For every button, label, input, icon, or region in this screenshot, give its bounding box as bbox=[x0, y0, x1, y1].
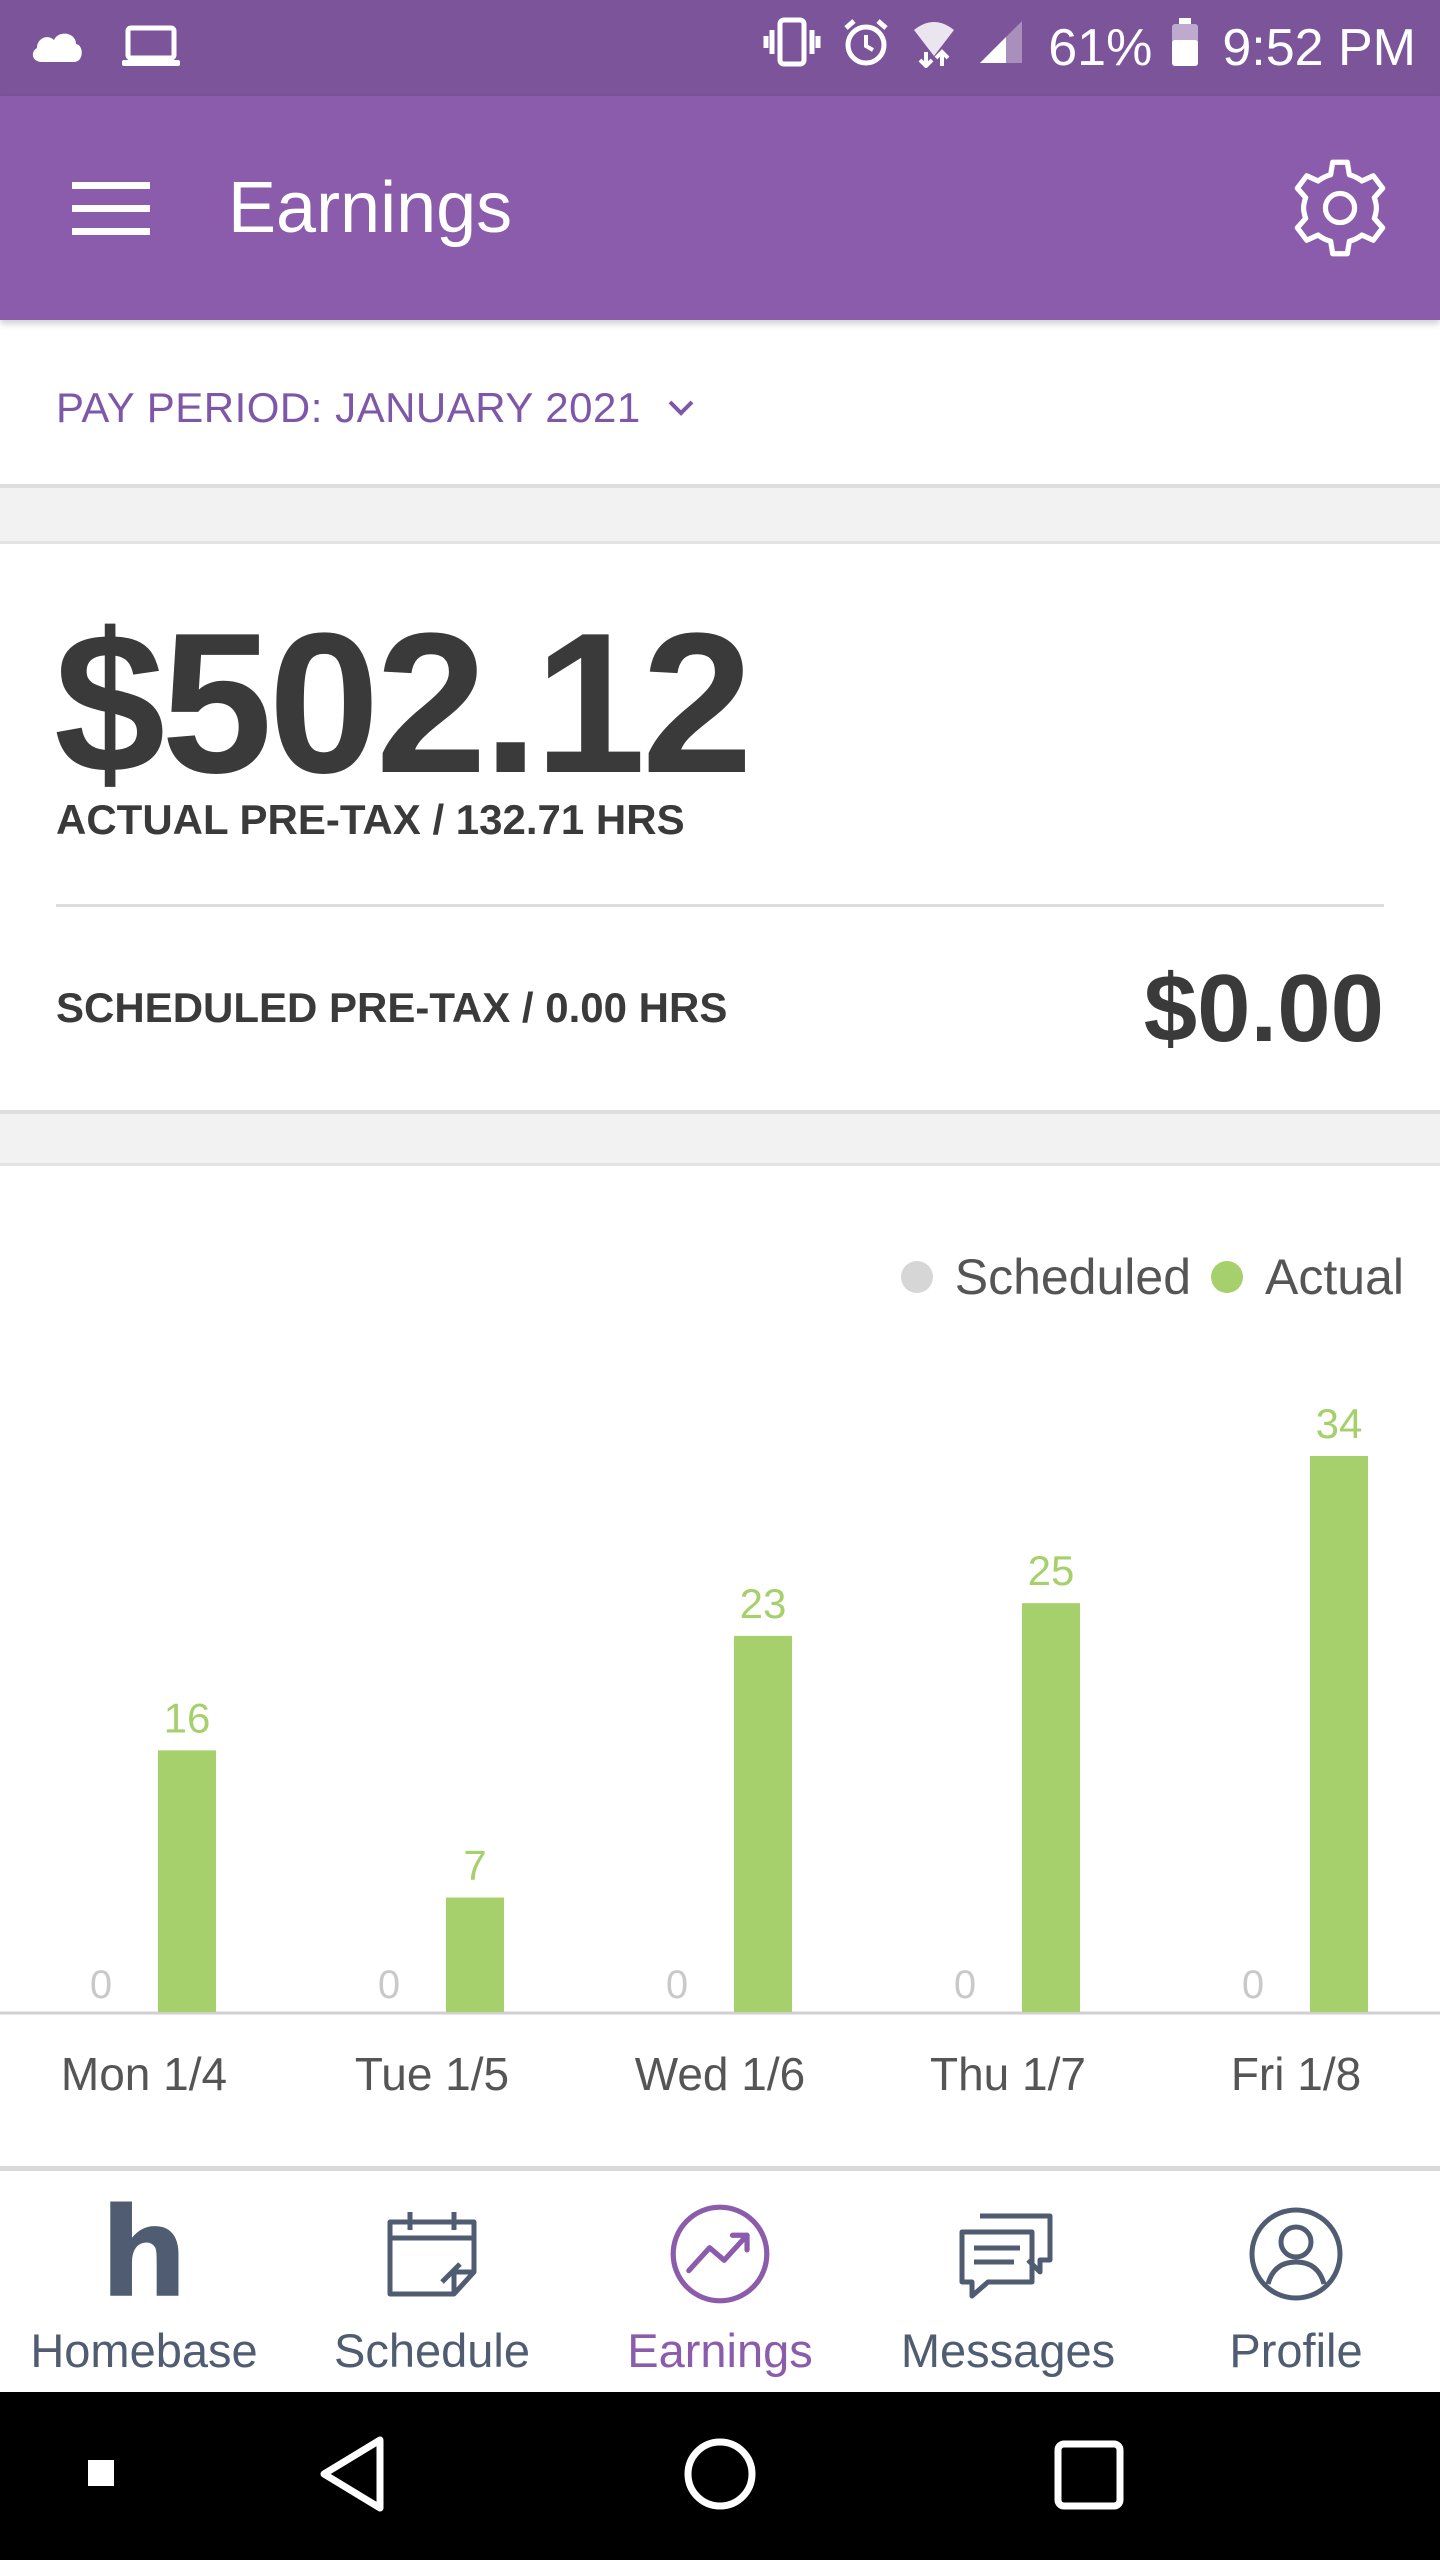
scheduled-amount: $0.00 bbox=[1143, 955, 1384, 1062]
vibrate-icon bbox=[762, 16, 822, 81]
actual-amount: $502.12 bbox=[54, 592, 753, 815]
recents-button[interactable] bbox=[1054, 2440, 1124, 2515]
wifi-icon bbox=[910, 16, 958, 81]
nav-label: Homebase bbox=[30, 2324, 258, 2377]
actual-bar-label: 16 bbox=[164, 1694, 211, 1741]
small-square-icon bbox=[88, 2460, 114, 2486]
page-title: Earnings bbox=[228, 168, 513, 248]
earnings-trend-icon bbox=[665, 2199, 775, 2309]
menu-button[interactable] bbox=[56, 152, 168, 264]
nav-profile[interactable]: Profile bbox=[1152, 2171, 1440, 2392]
calendar-icon bbox=[377, 2199, 487, 2309]
nav-schedule[interactable]: Schedule bbox=[288, 2171, 576, 2392]
legend-dot-scheduled bbox=[900, 1261, 933, 1293]
pay-period-label: PAY PERIOD: JANUARY 2021 bbox=[56, 384, 641, 431]
nav-messages[interactable]: Messages bbox=[864, 2171, 1152, 2392]
actual-bar bbox=[446, 1897, 504, 2012]
x-tick-label: Wed 1/6 bbox=[635, 2048, 805, 2100]
profile-icon bbox=[1241, 2199, 1351, 2309]
scheduled-bar-label: 0 bbox=[378, 1963, 400, 2007]
legend-item-actual: Actual bbox=[1211, 1248, 1404, 1306]
actual-bar bbox=[734, 1635, 792, 2012]
app-bar: Earnings bbox=[0, 96, 1440, 320]
actual-bar bbox=[1310, 1456, 1368, 2012]
nav-label: Profile bbox=[1229, 2324, 1363, 2377]
nav-earnings[interactable]: Earnings bbox=[576, 2171, 864, 2392]
x-tick-label: Fri 1/8 bbox=[1231, 2048, 1361, 2100]
legend-label-actual: Actual bbox=[1265, 1249, 1404, 1305]
back-triangle-icon bbox=[320, 2436, 384, 2512]
actual-bar-label: 7 bbox=[463, 1842, 486, 1889]
actual-bar bbox=[158, 1750, 216, 2012]
actual-label: ACTUAL PRE-TAX / 132.71 HRS bbox=[56, 796, 685, 843]
nav-homebase[interactable]: h Homebase bbox=[0, 2171, 288, 2392]
earnings-summary: $502.12 ACTUAL PRE-TAX / 132.71 HRS SCHE… bbox=[0, 544, 1440, 1114]
settings-button[interactable] bbox=[1280, 148, 1400, 268]
scheduled-bar-label: 0 bbox=[1242, 1963, 1264, 2007]
scheduled-bar-label: 0 bbox=[666, 1963, 688, 2007]
scheduled-bar-label: 0 bbox=[90, 1963, 112, 2007]
gear-icon bbox=[1294, 159, 1386, 257]
nav-label: Earnings bbox=[627, 2324, 813, 2377]
section-divider bbox=[0, 1110, 1440, 1166]
x-tick-label: Mon 1/4 bbox=[61, 2048, 227, 2100]
hamburger-menu-icon bbox=[72, 182, 150, 235]
legend-dot-actual bbox=[1211, 1261, 1244, 1293]
scheduled-bar-label: 0 bbox=[954, 1963, 976, 2007]
laptop-icon bbox=[120, 24, 182, 73]
actual-bar-label: 34 bbox=[1316, 1400, 1363, 1447]
legend-item-scheduled: Scheduled bbox=[900, 1248, 1192, 1306]
battery-icon bbox=[1170, 16, 1200, 81]
messages-icon bbox=[953, 2199, 1063, 2309]
system-navigation-bar bbox=[0, 2392, 1440, 2560]
x-tick-label: Thu 1/7 bbox=[930, 2048, 1086, 2100]
earnings-chart: 0 16 Mon 1/4 0 7 Tue 1/5 0 23 Wed 1/6 0 25 Thu 1/7 0… bbox=[0, 1166, 1440, 2162]
battery-percent: 61% bbox=[1048, 19, 1153, 77]
cloud-icon bbox=[28, 28, 86, 69]
summary-divider bbox=[56, 904, 1384, 907]
actual-bar-label: 25 bbox=[1028, 1547, 1075, 1594]
x-tick-label: Tue 1/5 bbox=[355, 2048, 509, 2100]
chevron-down-icon bbox=[667, 398, 695, 418]
section-divider bbox=[0, 484, 1440, 544]
home-button[interactable] bbox=[682, 2436, 758, 2517]
home-circle-icon bbox=[684, 2438, 756, 2510]
scheduled-label: SCHEDULED PRE-TAX / 0.00 HRS bbox=[56, 984, 728, 1031]
chart-legend: Scheduled Actual bbox=[900, 1248, 1404, 1306]
signal-icon bbox=[976, 17, 1026, 80]
nav-label: Messages bbox=[900, 2324, 1116, 2377]
back-button[interactable] bbox=[316, 2434, 388, 2519]
pay-period-selector[interactable]: PAY PERIOD: JANUARY 2021 bbox=[0, 330, 1440, 486]
homebase-logo-icon: h bbox=[99, 2182, 189, 2326]
bar-chart: 0 16 Mon 1/4 0 7 Tue 1/5 0 23 Wed 1/6 0 25 Thu 1/7 0… bbox=[0, 1400, 1440, 2100]
bottom-navigation: h Homebase Schedule Earnings Messages Pr… bbox=[0, 2166, 1440, 2392]
clock-time: 9:52 PM bbox=[1222, 19, 1416, 77]
alarm-icon bbox=[840, 16, 892, 81]
nav-label: Schedule bbox=[334, 2324, 530, 2377]
status-bar: 61% 9:52 PM bbox=[0, 0, 1440, 96]
legend-label-scheduled: Scheduled bbox=[954, 1249, 1192, 1305]
recents-square-icon bbox=[1054, 2440, 1124, 2510]
actual-bar bbox=[1022, 1603, 1080, 2012]
actual-bar-label: 23 bbox=[740, 1580, 787, 1627]
